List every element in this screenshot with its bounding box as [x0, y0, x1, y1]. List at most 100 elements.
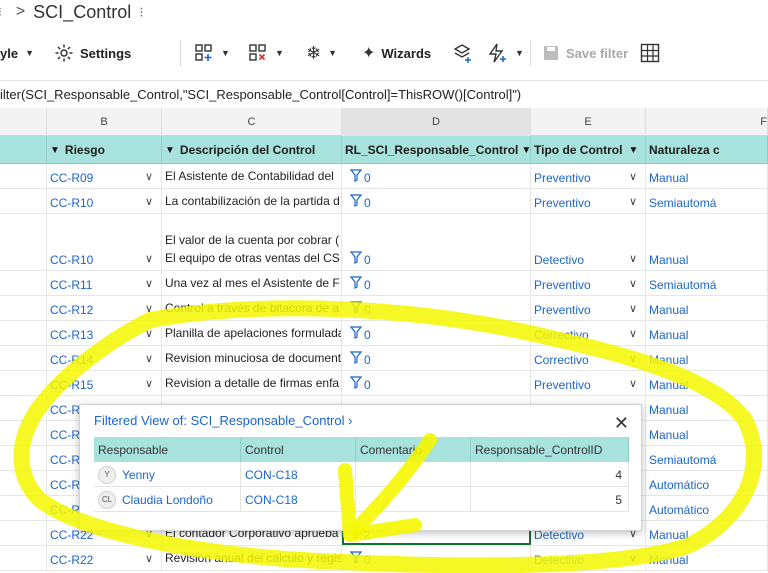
- cell-descripcion[interactable]: Revision a detalle de firmas enfa: [162, 371, 342, 395]
- chevron-down-icon[interactable]: ∨: [145, 195, 153, 208]
- filter-icon[interactable]: [349, 169, 363, 185]
- cell-riesgo[interactable]: CC-R13 ∨: [47, 321, 162, 345]
- row-cell-a[interactable]: [0, 164, 47, 188]
- popup-title[interactable]: Filtered View of: SCI_Responsable_Contro…: [94, 413, 352, 428]
- cell-descripcion[interactable]: Una vez al mes el Asistente de F: [162, 271, 342, 295]
- popup-row[interactable]: Y Yenny CON-C18 4: [94, 462, 629, 487]
- cell-rl[interactable]: 0: [342, 189, 531, 213]
- table-row[interactable]: CC-R13 ∨ Planilla de apelaciones formulada…: [0, 321, 768, 346]
- cell-naturaleza[interactable]: Manual: [646, 164, 768, 188]
- popup-cell-control[interactable]: CON-C18: [241, 462, 356, 487]
- cell-descripcion[interactable]: La contabilización de la partida d: [162, 189, 342, 213]
- filter-icon[interactable]: [349, 301, 363, 317]
- row-cell-a[interactable]: [0, 321, 47, 345]
- cell-descripcion[interactable]: Revision minuciosa de document: [162, 346, 342, 370]
- cell-naturaleza[interactable]: Manual: [646, 321, 768, 345]
- cell-naturaleza[interactable]: Manual: [646, 214, 768, 270]
- remove-columns-button[interactable]: ▼: [248, 32, 284, 74]
- cell-rl[interactable]: 0: [342, 164, 531, 188]
- chevron-down-icon[interactable]: ∨: [145, 552, 153, 565]
- table-row[interactable]: CC-R11 ∨ Una vez al mes el Asistente de F0…: [0, 271, 768, 296]
- popup-cell-responsable[interactable]: Y Yenny: [94, 462, 241, 487]
- chevron-down-icon[interactable]: ∨: [145, 252, 153, 265]
- formula-bar[interactable]: ilter(SCI_Responsable_Control,"SCI_Respo…: [0, 80, 768, 108]
- cell-tipo[interactable]: Detectivo ∨: [531, 214, 646, 270]
- more-options-icon[interactable]: ⁝: [139, 4, 143, 21]
- row-cell-a[interactable]: [0, 521, 47, 545]
- cell-descripcion[interactable]: Control a través de bitacora de a: [162, 296, 342, 320]
- cell-riesgo[interactable]: CC-R10 ∨: [47, 214, 162, 270]
- column-letter-d[interactable]: D: [342, 108, 531, 136]
- cell-rl[interactable]: 0: [342, 346, 531, 370]
- cell-riesgo[interactable]: CC-R12 ∨: [47, 296, 162, 320]
- cell-naturaleza[interactable]: Automático: [646, 471, 768, 495]
- cell-descripcion[interactable]: Planilla de apelaciones formulada: [162, 321, 342, 345]
- popup-header-comentario[interactable]: Comentario: [356, 437, 471, 462]
- row-cell-a[interactable]: [0, 546, 47, 570]
- add-columns-button[interactable]: ▼: [194, 32, 230, 74]
- chevron-down-icon[interactable]: ∨: [629, 352, 637, 365]
- filter-icon[interactable]: [349, 276, 363, 292]
- layers-button[interactable]: [452, 32, 474, 74]
- automation-button[interactable]: ▼: [486, 32, 524, 74]
- cell-rl[interactable]: 0: [342, 271, 531, 295]
- cell-naturaleza[interactable]: Manual: [646, 546, 768, 570]
- cell-rl[interactable]: 0: [342, 321, 531, 345]
- chevron-down-icon[interactable]: ∨: [629, 302, 637, 315]
- table-row[interactable]: CC-R12 ∨ Control a través de bitacora de a…: [0, 296, 768, 321]
- cell-naturaleza[interactable]: Automático: [646, 496, 768, 520]
- formula-text[interactable]: ilter(SCI_Responsable_Control,"SCI_Respo…: [0, 87, 521, 102]
- table-row[interactable]: CC-R15 ∨ Revision a detalle de firmas enfa…: [0, 371, 768, 396]
- cell-tipo[interactable]: Preventivo ∨: [531, 164, 646, 188]
- cell-rl[interactable]: 0: [342, 546, 531, 570]
- row-cell-a[interactable]: [0, 189, 47, 213]
- row-cell-a[interactable]: [0, 271, 47, 295]
- menu-dots-icon[interactable]: ⁝: [0, 5, 2, 19]
- cell-naturaleza[interactable]: Semiautomá: [646, 189, 768, 213]
- cell-naturaleza[interactable]: Manual: [646, 421, 768, 445]
- chevron-down-icon[interactable]: ∨: [629, 252, 637, 265]
- row-cell-a[interactable]: [0, 371, 47, 395]
- header-cell-a[interactable]: [0, 136, 47, 164]
- row-cell-a[interactable]: [0, 396, 47, 420]
- cell-naturaleza[interactable]: Semiautomá: [646, 446, 768, 470]
- cell-tipo[interactable]: Preventivo ∨: [531, 371, 646, 395]
- cell-descripcion[interactable]: El valor de la cuenta por cobrar (El equ…: [162, 214, 342, 270]
- row-cell-a[interactable]: [0, 296, 47, 320]
- chevron-down-icon[interactable]: ∨: [145, 352, 153, 365]
- row-cell-a[interactable]: [0, 446, 47, 470]
- cell-rl[interactable]: 0: [342, 371, 531, 395]
- popup-cell-responsable[interactable]: CL Claudia Londoño: [94, 487, 241, 512]
- filter-icon[interactable]: [349, 551, 363, 567]
- row-cell-a[interactable]: [0, 421, 47, 445]
- filter-icon[interactable]: [349, 326, 363, 342]
- cell-riesgo[interactable]: CC-R09 ∨: [47, 164, 162, 188]
- grid-view-button[interactable]: [640, 32, 660, 74]
- table-row[interactable]: CC-R10 ∨ El valor de la cuenta por cobrar …: [0, 214, 768, 271]
- column-letter-f[interactable]: F: [646, 108, 768, 136]
- cell-rl[interactable]: 0: [342, 296, 531, 320]
- page-title[interactable]: SCI_Control: [33, 2, 131, 23]
- header-cell-naturaleza[interactable]: Naturaleza c: [646, 136, 768, 164]
- chevron-down-icon[interactable]: ∨: [629, 552, 637, 565]
- cell-tipo[interactable]: Preventivo ∨: [531, 189, 646, 213]
- column-letter-e[interactable]: E: [531, 108, 646, 136]
- style-button[interactable]: yle ▼: [0, 32, 34, 74]
- chevron-down-icon[interactable]: ∨: [145, 277, 153, 290]
- cell-tipo[interactable]: Correctivo ∨: [531, 346, 646, 370]
- header-cell-descripcion[interactable]: ▼ Descripción del Control: [162, 136, 342, 164]
- cell-riesgo[interactable]: CC-R14 ∨: [47, 346, 162, 370]
- table-row[interactable]: CC-R10 ∨ La contabilización de la partida …: [0, 189, 768, 214]
- cell-naturaleza[interactable]: Manual: [646, 296, 768, 320]
- cell-tipo[interactable]: Preventivo ∨: [531, 271, 646, 295]
- caret-down-icon[interactable]: ▼: [50, 145, 60, 156]
- cell-descripcion[interactable]: Revisión anual del calculo y regis: [162, 546, 342, 570]
- header-cell-riesgo[interactable]: ▼ Riesgo: [47, 136, 162, 164]
- popup-cell-id[interactable]: 4: [471, 462, 629, 487]
- table-row[interactable]: CC-R14 ∨ Revision minuciosa de document 0 Co…: [0, 346, 768, 371]
- chevron-down-icon[interactable]: ∨: [629, 327, 637, 340]
- chevron-down-icon[interactable]: ∨: [629, 377, 637, 390]
- table-row[interactable]: CC-R09 ∨ El Asistente de Contabilidad del 0…: [0, 164, 768, 189]
- cell-naturaleza[interactable]: Manual: [646, 371, 768, 395]
- cell-naturaleza[interactable]: Manual: [646, 396, 768, 420]
